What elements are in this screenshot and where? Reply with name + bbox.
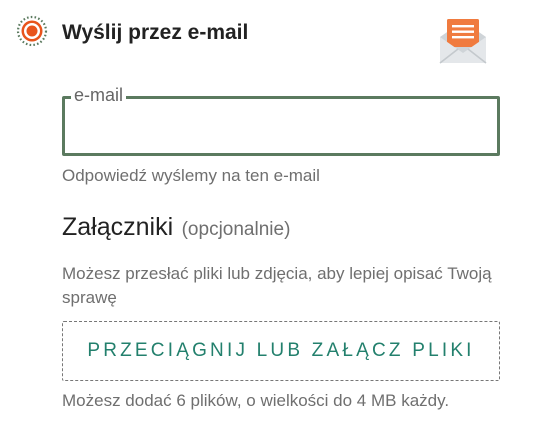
attachments-heading: Załączniki (opcjonalnie) <box>62 211 290 247</box>
email-field-group: e-mail <box>62 84 500 156</box>
email-hint: Odpowiedź wyślemy na ten e-mail <box>62 166 320 185</box>
email-input[interactable] <box>68 106 488 142</box>
file-dropzone[interactable]: PRZECIĄGNIJ LUB ZAŁĄCZ PLIKI <box>62 321 500 381</box>
envelope-open-icon <box>437 15 489 67</box>
email-option-title: Wyślij przez e-mail <box>62 21 249 44</box>
attachments-optional-label: (opcjonalnie) <box>181 219 291 240</box>
attachments-title: Załączniki <box>62 213 174 241</box>
radio-selected-icon <box>16 15 48 47</box>
attachments-description: Możesz przesłać pliki lub zdjęcia, aby l… <box>62 264 492 307</box>
attachments-limit-hint: Możesz dodać 6 plików, o wielkości do 4 … <box>62 391 450 410</box>
email-option-radio[interactable] <box>16 15 48 47</box>
dropzone-label: PRZECIĄGNIJ LUB ZAŁĄCZ PLIKI <box>87 340 475 361</box>
email-field-label: e-mail <box>71 84 127 106</box>
